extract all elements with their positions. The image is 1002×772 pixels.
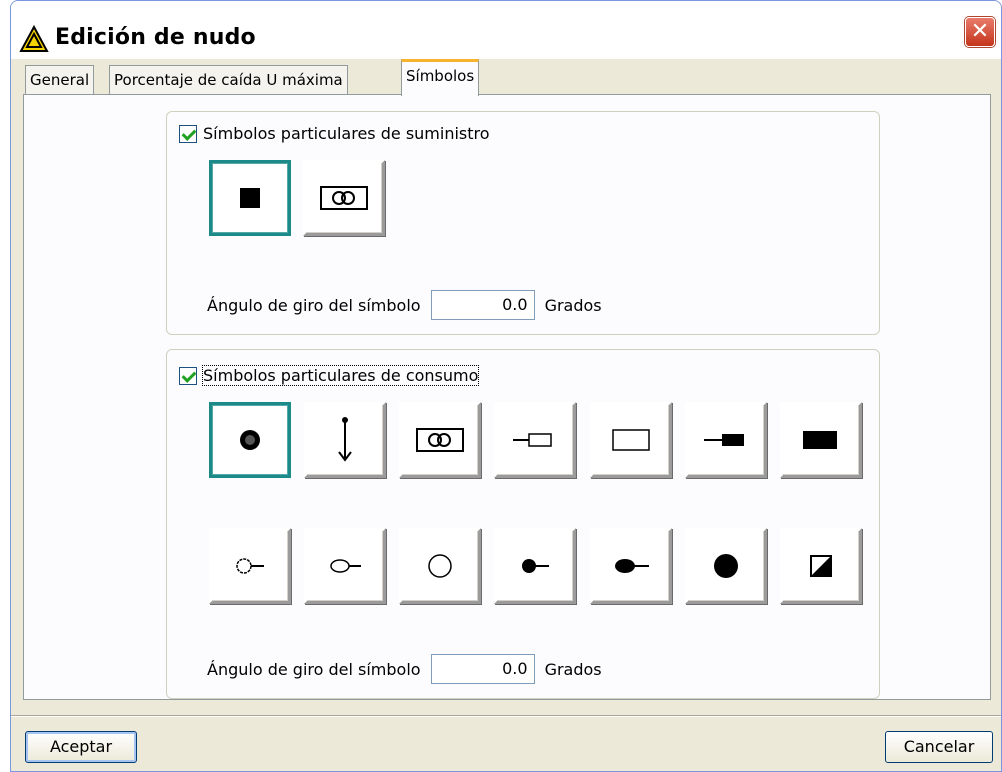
supply-angle-row: Ángulo de giro del símbolo 0.0 Grados — [207, 290, 602, 320]
tab-panel-simbolos: Símbolos particulares de suministro Ángu… — [23, 94, 991, 700]
consumption-symbol-filled-small-circle-line[interactable] — [494, 528, 576, 604]
consumption-angle-input[interactable]: 0.0 — [430, 654, 535, 684]
consumption-symbol-line-small-rect[interactable] — [494, 402, 576, 478]
supply-symbols-section: Símbolos particulares de suministro Ángu… — [166, 111, 880, 335]
open-small-circle-line-icon — [236, 558, 264, 574]
title-bar[interactable]: Edición de nudo ✕ — [11, 1, 1001, 59]
consumption-symbol-open-small-circle-line[interactable] — [209, 528, 291, 604]
consumption-checkbox-row[interactable]: Símbolos particulares de consumo — [179, 365, 480, 386]
filled-small-circle-line-icon — [522, 559, 549, 573]
consumption-symbol-dark-circle[interactable] — [209, 402, 291, 478]
empty-rect-icon — [612, 429, 650, 451]
accept-button[interactable]: Aceptar — [25, 731, 137, 763]
filled-square-icon — [240, 188, 260, 208]
supply-angle-input[interactable]: 0.0 — [430, 290, 535, 320]
window-title: Edición de nudo — [55, 25, 256, 50]
consumption-symbol-line-filled-rect[interactable] — [685, 402, 767, 478]
filled-rect-icon — [803, 431, 837, 449]
filled-circle-icon — [714, 554, 738, 578]
tab-general[interactable]: General — [25, 65, 95, 95]
footer-separator — [11, 715, 1001, 717]
consumption-symbol-empty-rect[interactable] — [590, 402, 672, 478]
consumption-symbol-filled-circle[interactable] — [685, 528, 767, 604]
close-button[interactable]: ✕ — [965, 17, 995, 47]
open-circle-icon — [428, 554, 452, 578]
tab-porcentaje-caida[interactable]: Porcentaje de caída U máxima — [109, 65, 348, 95]
filled-ellipse-line-icon — [615, 559, 649, 573]
consumption-angle-row: Ángulo de giro del símbolo 0.0 Grados — [207, 654, 602, 684]
tab-simbolos[interactable]: Símbolos — [401, 59, 480, 96]
consumption-symbol-open-ellipse-line[interactable] — [304, 528, 386, 604]
consumption-angle-label: Ángulo de giro del símbolo — [207, 659, 421, 679]
supply-angle-unit: Grados — [544, 295, 602, 315]
warning-triangle-icon — [19, 25, 49, 52]
cancel-button[interactable]: Cancelar — [885, 731, 993, 763]
open-ellipse-line-icon — [330, 559, 361, 573]
consumption-checkbox-label: Símbolos particulares de consumo — [201, 365, 480, 386]
supply-checkbox-row[interactable]: Símbolos particulares de suministro — [179, 124, 490, 143]
arrow-down-icon — [338, 417, 352, 462]
supply-checkbox-label: Símbolos particulares de suministro — [203, 124, 490, 143]
consumption-angle-unit: Grados — [544, 659, 602, 679]
consumption-symbol-arrow-down[interactable] — [304, 402, 386, 478]
consumption-checkbox[interactable] — [179, 366, 197, 385]
consumption-symbol-filled-ellipse-line[interactable] — [590, 528, 672, 604]
consumption-symbol-half-filled-square[interactable] — [780, 528, 862, 604]
dark-circle-icon — [240, 430, 260, 450]
supply-symbol-double-circle[interactable] — [303, 160, 385, 236]
dialog-window: Edición de nudo ✕ General Porcentaje de … — [10, 0, 1002, 772]
consumption-symbols-section: Símbolos particulares de consumo Ángulo … — [166, 349, 880, 699]
close-icon: ✕ — [970, 19, 990, 44]
supply-symbol-filled-square[interactable] — [209, 160, 291, 236]
line-filled-rect-icon — [704, 434, 744, 446]
line-small-rect-icon — [513, 433, 552, 447]
half-filled-square-icon — [810, 555, 832, 577]
consumption-symbol-double-circle[interactable] — [399, 402, 481, 478]
supply-angle-label: Ángulo de giro del símbolo — [207, 295, 421, 315]
double-circle-box-icon — [320, 186, 368, 210]
double-circle-box-icon — [416, 428, 464, 452]
consumption-symbol-filled-rect[interactable] — [780, 402, 862, 478]
supply-checkbox[interactable] — [179, 124, 197, 143]
consumption-symbol-open-circle[interactable] — [399, 528, 481, 604]
